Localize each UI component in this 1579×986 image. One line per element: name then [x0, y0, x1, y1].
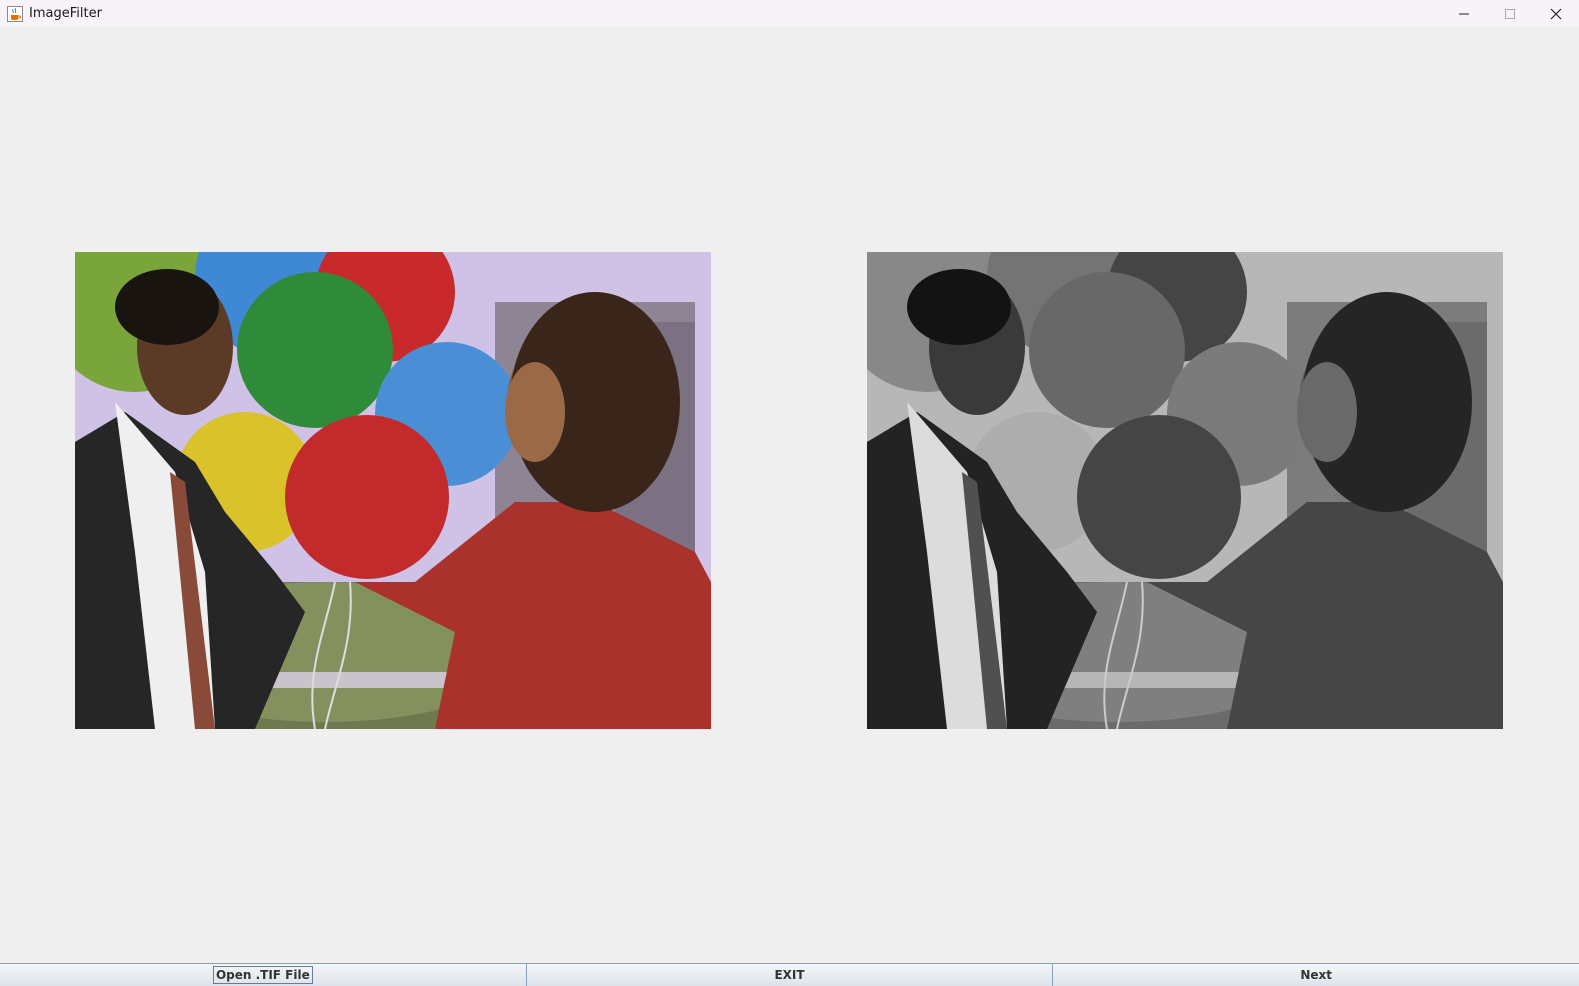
window-controls	[1441, 0, 1579, 27]
minimize-button[interactable]	[1441, 0, 1487, 27]
maximize-icon	[1505, 8, 1515, 19]
window-title: ImageFilter	[29, 6, 102, 21]
close-icon	[1550, 8, 1562, 19]
original-image	[75, 252, 711, 729]
photo-couple-balloons-grayscale-icon	[867, 252, 1503, 729]
next-label: Next	[1300, 968, 1333, 982]
exit-button[interactable]: EXIT	[527, 964, 1054, 986]
exit-label: EXIT	[774, 968, 805, 982]
java-cup-icon	[7, 5, 23, 22]
open-tif-label: Open .TIF File	[212, 966, 313, 984]
open-tif-button[interactable]: Open .TIF File	[0, 964, 527, 986]
photo-couple-balloons-icon	[75, 252, 711, 729]
title-bar: ImageFilter	[0, 0, 1579, 27]
main-content	[0, 27, 1579, 963]
close-button[interactable]	[1533, 0, 1579, 27]
filtered-image	[867, 252, 1503, 729]
maximize-button[interactable]	[1487, 0, 1533, 27]
minimize-icon	[1459, 13, 1469, 14]
button-bar: Open .TIF File EXIT Next	[0, 963, 1579, 986]
next-button[interactable]: Next	[1053, 964, 1579, 986]
